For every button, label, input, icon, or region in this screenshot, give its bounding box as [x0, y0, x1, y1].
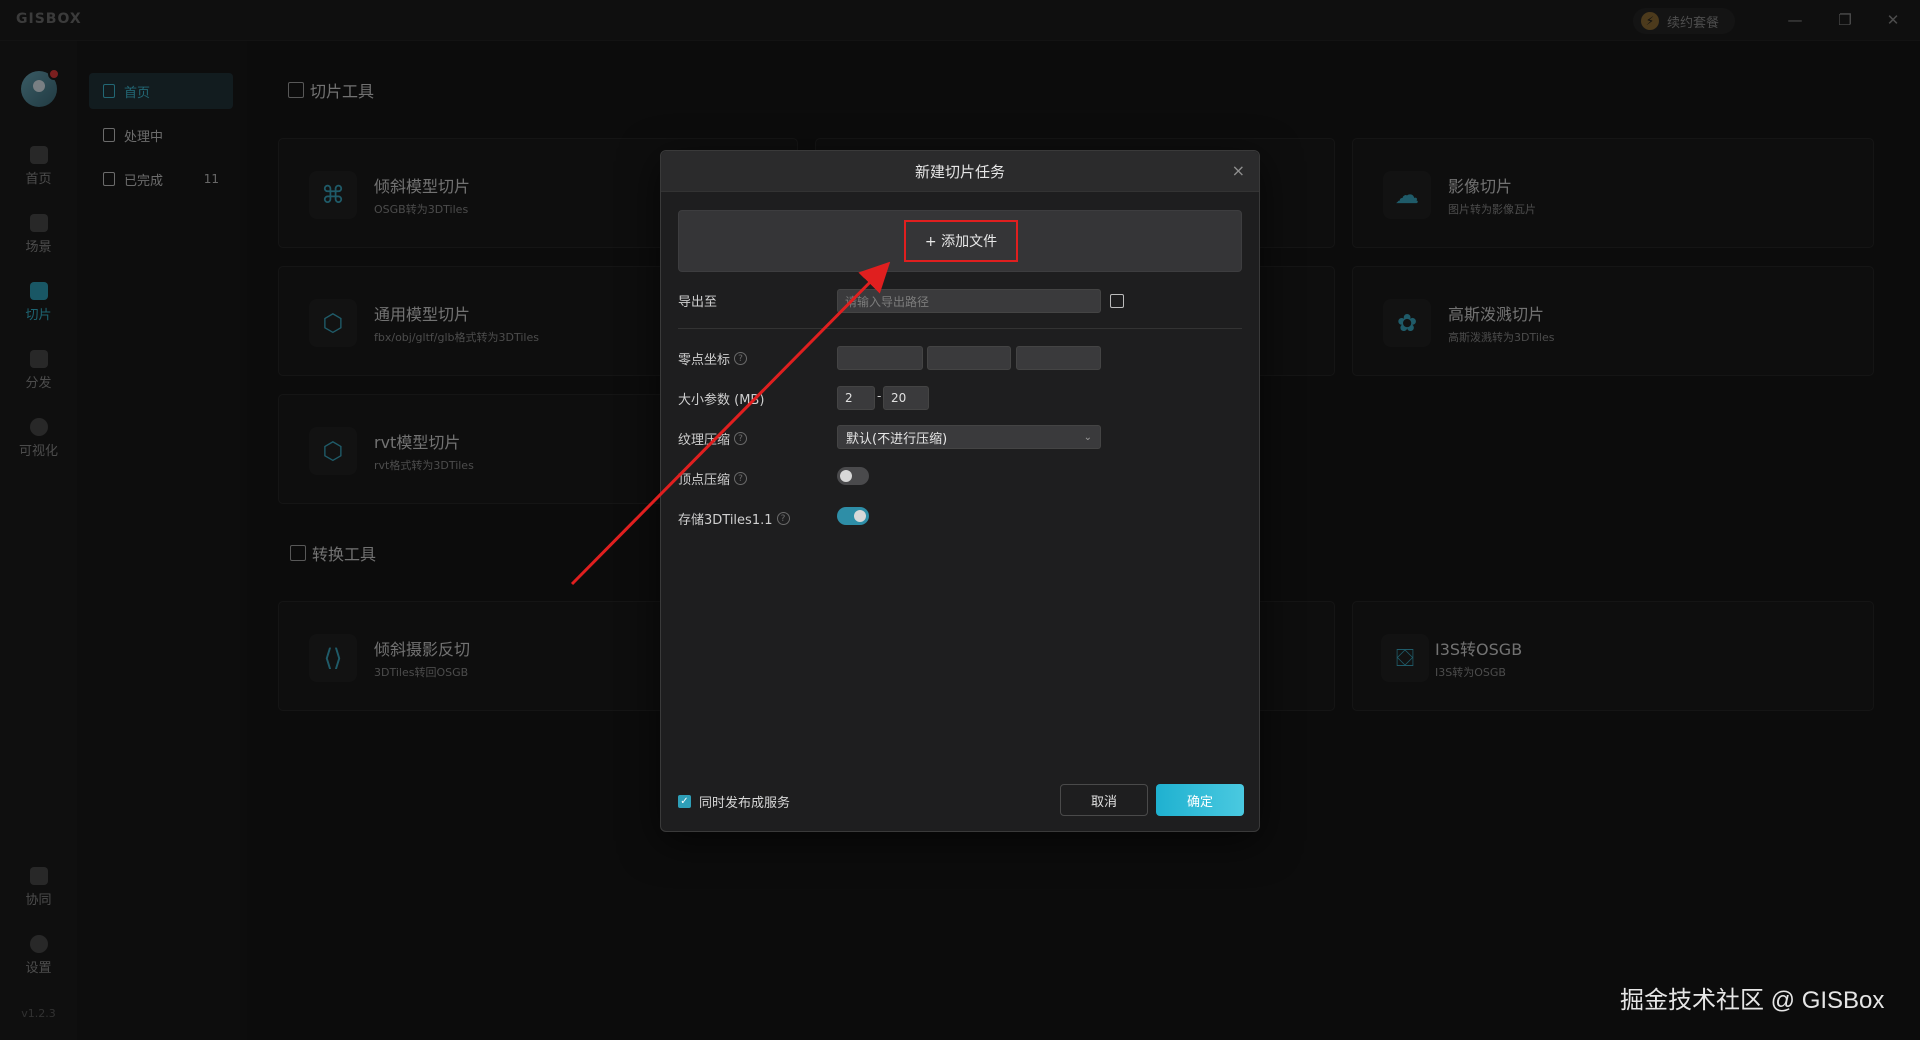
divider [678, 328, 1242, 329]
check-icon[interactable]: ✓ [678, 795, 691, 808]
export-label: 导出至 [678, 295, 718, 310]
store-3dtiles-toggle[interactable] [837, 507, 869, 525]
close-icon[interactable]: × [1232, 161, 1245, 180]
origin-row-label: 零点坐标 ? [678, 349, 748, 368]
store-row-label: 存储3DTiles1.1 ? [678, 509, 790, 528]
add-file-dropzone[interactable]: + 添加文件 [678, 210, 1242, 272]
cancel-button[interactable]: 取消 [1060, 784, 1148, 816]
texture-compress-select[interactable]: 默认(不进行压缩) ⌄ [837, 425, 1101, 449]
new-tile-task-dialog: 新建切片任务 × + 添加文件 导出至 请输入导出路径 零点坐标 ? 大小参数 … [660, 150, 1260, 832]
watermark: 掘金技术社区 @ GISBox [1620, 987, 1885, 1014]
publish-service-label: 同时发布成服务 [699, 796, 791, 811]
texture-row-label: 纹理压缩 ? [678, 429, 748, 448]
help-icon[interactable]: ? [734, 472, 748, 485]
help-icon[interactable]: ? [776, 512, 790, 525]
origin-x-input[interactable] [837, 346, 923, 370]
export-row-label: 导出至 [678, 291, 717, 310]
dialog-title: 新建切片任务 [914, 162, 1005, 181]
add-file-button[interactable]: + 添加文件 [904, 220, 1018, 262]
folder-icon[interactable] [1110, 294, 1124, 308]
vertex-compress-toggle[interactable] [837, 467, 869, 485]
size-max-input[interactable]: 20 [883, 386, 929, 410]
dialog-header: 新建切片任务 × [661, 151, 1259, 192]
texture-label: 纹理压缩 [678, 433, 731, 448]
origin-y-input[interactable] [927, 346, 1011, 370]
app-window: GISBOX ⚡ 续约套餐 — ❐ ✕ 首页 场景 切片 分发 可视化 协同 设… [0, 0, 1920, 1040]
toggle-knob [854, 510, 866, 522]
help-icon[interactable]: ? [734, 352, 748, 365]
size-row-label: 大小参数 (MB) [678, 389, 764, 408]
origin-z-input[interactable] [1016, 346, 1101, 370]
size-separator: - [877, 389, 882, 403]
toggle-knob [840, 470, 852, 482]
store-label: 存储3DTiles1.1 [678, 513, 773, 528]
chevron-down-icon: ⌄ [1083, 431, 1092, 443]
export-path-input[interactable]: 请输入导出路径 [837, 289, 1101, 313]
confirm-button[interactable]: 确定 [1156, 784, 1244, 816]
vertex-label: 顶点压缩 [678, 473, 731, 488]
texture-select-value: 默认(不进行压缩) [846, 431, 948, 447]
size-min-input[interactable]: 2 [837, 386, 875, 410]
publish-service-checkbox-row[interactable]: ✓ 同时发布成服务 [678, 792, 790, 811]
help-icon[interactable]: ? [734, 432, 748, 445]
vertex-row-label: 顶点压缩 ? [678, 469, 748, 488]
size-label: 大小参数 (MB) [678, 393, 765, 408]
origin-label: 零点坐标 [678, 353, 731, 368]
